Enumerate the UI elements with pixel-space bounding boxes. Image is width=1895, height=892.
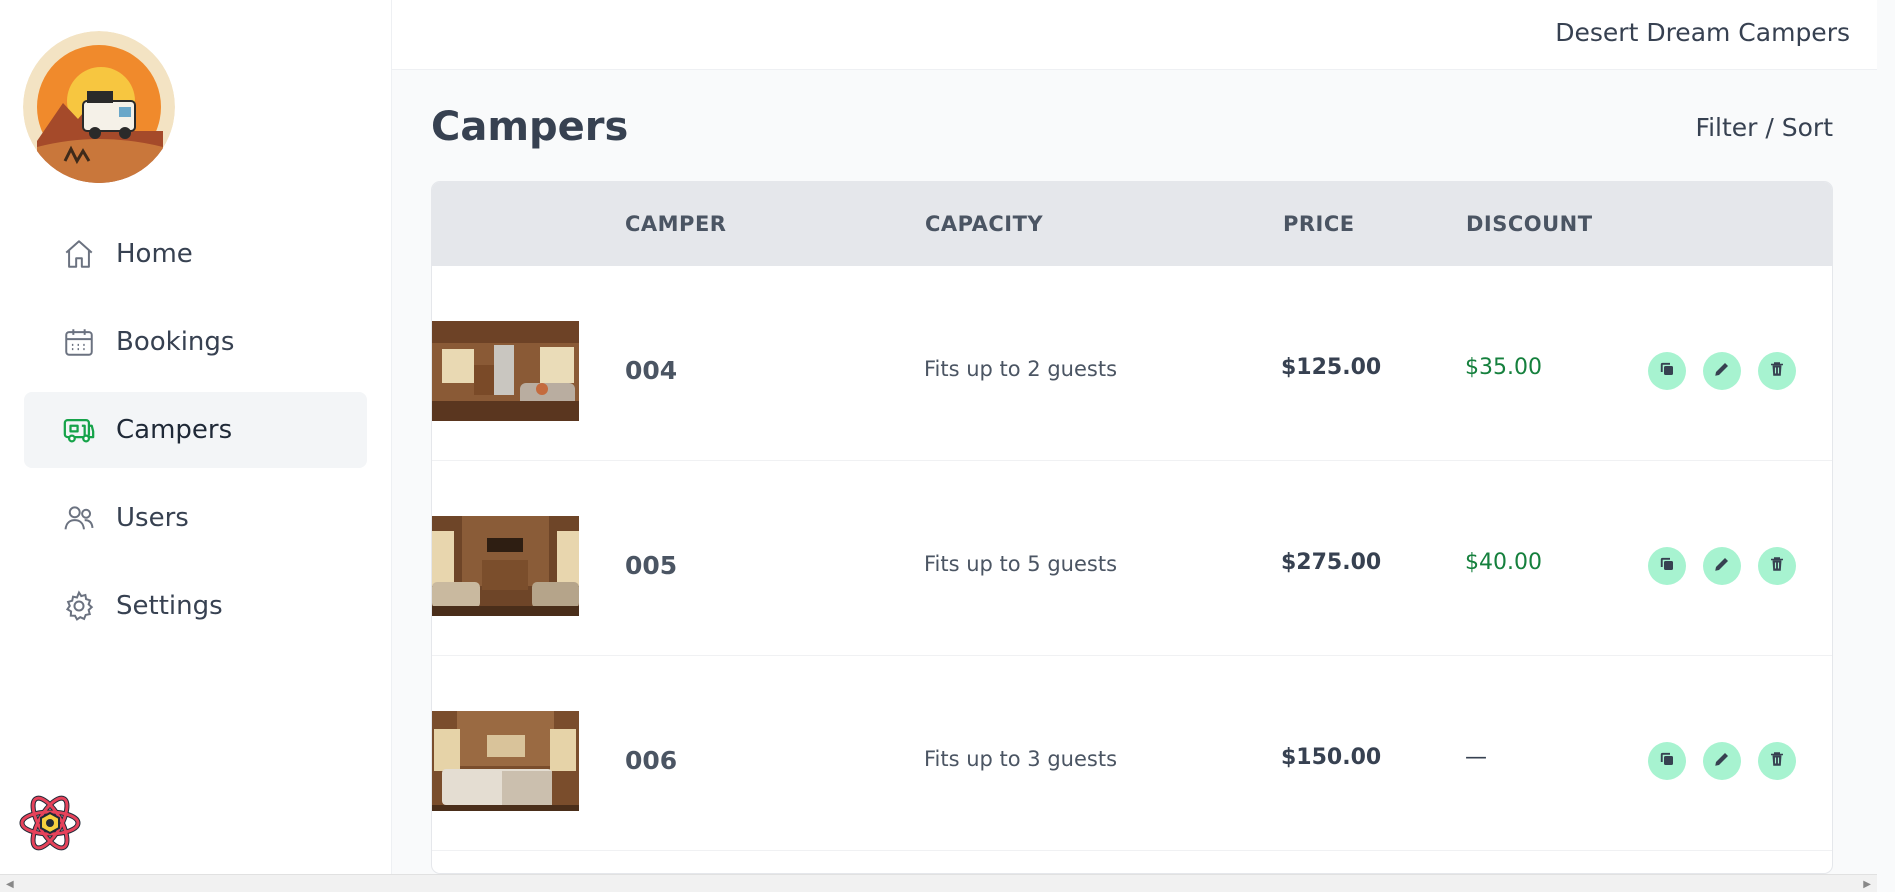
sidebar-nav: Home Bookings Campers Users Settings bbox=[24, 216, 367, 656]
campers-table: CAMPER CAPACITY PRICE DISCOUNT 004 Fits … bbox=[431, 181, 1833, 874]
camper-discount: $40.00 bbox=[1465, 550, 1542, 575]
delete-button[interactable] bbox=[1758, 352, 1796, 390]
delete-button[interactable] bbox=[1758, 547, 1796, 585]
edit-button[interactable] bbox=[1703, 742, 1741, 780]
pencil-icon bbox=[1713, 360, 1731, 382]
camper-name: 004 bbox=[625, 356, 678, 385]
sidebar-item-settings[interactable]: Settings bbox=[24, 568, 367, 644]
row-actions bbox=[1648, 742, 1796, 780]
copy-icon bbox=[1658, 750, 1676, 772]
sidebar-item-users[interactable]: Users bbox=[24, 480, 367, 556]
camper-icon bbox=[62, 413, 96, 447]
camper-discount: $35.00 bbox=[1465, 355, 1542, 380]
brand-name: Desert Dream Campers bbox=[1555, 18, 1850, 47]
duplicate-button[interactable] bbox=[1648, 352, 1686, 390]
camper-price: $125.00 bbox=[1281, 355, 1382, 380]
pencil-icon bbox=[1713, 750, 1731, 772]
sidebar-item-home[interactable]: Home bbox=[24, 216, 367, 292]
camper-price: $150.00 bbox=[1281, 745, 1382, 770]
camper-image bbox=[432, 711, 579, 811]
table-row: 004 Fits up to 2 guests $125.00 $35.00 bbox=[432, 266, 1832, 461]
camper-discount: — bbox=[1465, 745, 1487, 770]
column-header-camper: CAMPER bbox=[625, 212, 727, 236]
camper-price: $275.00 bbox=[1281, 550, 1382, 575]
app-root: Home Bookings Campers Users Settings Des… bbox=[0, 0, 1895, 892]
column-header-price: PRICE bbox=[1283, 212, 1355, 236]
filter-sort-button[interactable]: Filter / Sort bbox=[1696, 113, 1833, 142]
brand-logo[interactable] bbox=[23, 31, 175, 183]
camper-image bbox=[432, 516, 579, 616]
copy-icon bbox=[1658, 555, 1676, 577]
scroll-right-icon[interactable]: ▶ bbox=[1863, 879, 1871, 890]
row-actions bbox=[1648, 352, 1796, 390]
vertical-scrollbar[interactable] bbox=[1877, 0, 1895, 892]
duplicate-button[interactable] bbox=[1648, 547, 1686, 585]
sidebar-item-label: Bookings bbox=[116, 327, 235, 357]
camper-capacity: Fits up to 5 guests bbox=[924, 552, 1118, 576]
column-header-capacity: CAPACITY bbox=[925, 212, 1044, 236]
edit-button[interactable] bbox=[1703, 352, 1741, 390]
duplicate-button[interactable] bbox=[1648, 742, 1686, 780]
home-icon bbox=[62, 237, 96, 271]
trash-icon bbox=[1768, 555, 1786, 577]
camper-capacity: Fits up to 3 guests bbox=[924, 747, 1118, 771]
sidebar-item-label: Home bbox=[116, 239, 193, 269]
camper-name: 005 bbox=[625, 551, 678, 580]
calendar-icon bbox=[62, 325, 96, 359]
delete-button[interactable] bbox=[1758, 742, 1796, 780]
sidebar-item-bookings[interactable]: Bookings bbox=[24, 304, 367, 380]
edit-button[interactable] bbox=[1703, 547, 1741, 585]
sidebar-item-label: Campers bbox=[116, 415, 233, 445]
sidebar: Home Bookings Campers Users Settings bbox=[0, 0, 392, 874]
camper-image bbox=[432, 321, 579, 421]
gear-icon bbox=[62, 589, 96, 623]
sidebar-item-label: Users bbox=[116, 503, 189, 533]
top-bar: Desert Dream Campers bbox=[392, 0, 1877, 70]
row-actions bbox=[1648, 547, 1796, 585]
users-icon bbox=[62, 501, 96, 535]
react-devtools-icon[interactable] bbox=[18, 793, 82, 853]
camper-name: 006 bbox=[625, 746, 678, 775]
trash-icon bbox=[1768, 360, 1786, 382]
table-header: CAMPER CAPACITY PRICE DISCOUNT bbox=[432, 182, 1832, 266]
trash-icon bbox=[1768, 750, 1786, 772]
copy-icon bbox=[1658, 360, 1676, 382]
sidebar-item-label: Settings bbox=[116, 591, 223, 621]
scroll-left-icon[interactable]: ◀ bbox=[6, 879, 14, 890]
horizontal-scrollbar[interactable]: ◀ ▶ bbox=[0, 874, 1877, 892]
page-title: Campers bbox=[431, 104, 629, 150]
sidebar-item-campers[interactable]: Campers bbox=[24, 392, 367, 468]
table-row: 005 Fits up to 5 guests $275.00 $40.00 bbox=[432, 461, 1832, 656]
table-row: 006 Fits up to 3 guests $150.00 — bbox=[432, 656, 1832, 851]
column-header-discount: DISCOUNT bbox=[1466, 212, 1593, 236]
camper-capacity: Fits up to 2 guests bbox=[924, 357, 1118, 381]
pencil-icon bbox=[1713, 555, 1731, 577]
